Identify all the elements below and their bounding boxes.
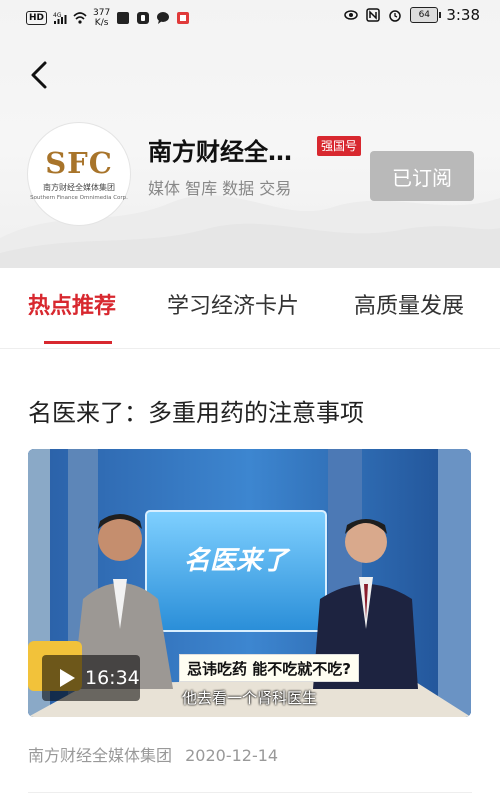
channel-name: 南方财经全…	[148, 138, 292, 166]
subscribed-button[interactable]: 已订阅	[370, 151, 474, 201]
channel-tags: 媒体 智库 数据 交易	[148, 179, 292, 198]
video-thumbnail[interactable]: 名医来了 忌讳吃药 能不吃就不吃? 他去看一个肾科医生 16:34	[28, 449, 471, 717]
article-source: 南方财经全媒体集团	[28, 746, 173, 765]
app-notification-icon	[117, 12, 130, 24]
message-icon	[157, 12, 170, 24]
tab-bar: 热点推荐 学习经济卡片 高质量发展	[0, 268, 500, 348]
svg-text:4G: 4G	[53, 12, 62, 19]
battery-icon: 64	[410, 7, 442, 23]
status-bar: HD 4G 377 K/s 64 3:38	[0, 0, 500, 34]
nfc-icon	[366, 8, 381, 22]
tab-divider	[0, 348, 500, 349]
logo-mark: SFC	[45, 145, 113, 180]
channel-badge: 强国号	[317, 136, 362, 156]
active-tab-indicator	[44, 341, 112, 344]
red-app-icon	[177, 12, 190, 24]
logo-chinese-name: 南方财经全媒体集团	[43, 182, 115, 192]
play-icon	[60, 669, 75, 687]
network-speed: 377 K/s	[93, 8, 111, 28]
tab-high-quality-development[interactable]: 高质量发展	[354, 288, 464, 320]
clock: 3:38	[446, 6, 480, 24]
article-meta: 南方财经全媒体集团 2020-12-14	[28, 742, 278, 766]
hand-icon	[137, 12, 150, 24]
back-arrow-icon[interactable]	[26, 60, 52, 90]
tab-economy-cards[interactable]: 学习经济卡片	[167, 288, 299, 320]
article-title[interactable]: 名医来了：多重用药的注意事项	[28, 393, 364, 428]
hd-badge: HD	[26, 11, 48, 25]
logo-english-name: Southern Finance Omnimedia Corp.	[30, 194, 128, 201]
wifi-icon	[73, 12, 87, 24]
play-duration-badge[interactable]: 16:34	[42, 655, 140, 701]
bottom-divider	[28, 792, 472, 793]
video-duration: 16:34	[85, 667, 140, 689]
eye-icon	[344, 10, 359, 20]
video-caption: 忌讳吃药 能不吃就不吃?	[179, 654, 359, 682]
article-date: 2020-12-14	[185, 746, 279, 765]
channel-logo[interactable]: SFC 南方财经全媒体集团 Southern Finance Omnimedia…	[27, 122, 131, 226]
alarm-icon	[389, 10, 402, 22]
svg-text:名医来了: 名医来了	[184, 546, 291, 576]
signal-icon: 4G	[53, 12, 67, 24]
tab-hot-recommend[interactable]: 热点推荐	[28, 288, 116, 320]
